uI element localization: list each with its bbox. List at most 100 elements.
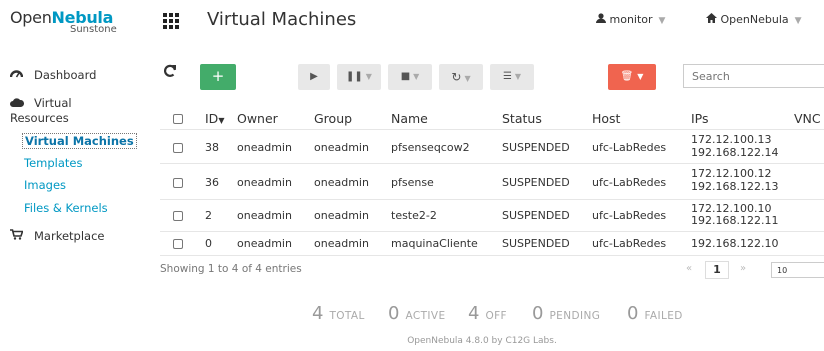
sidebar-item-marketplace[interactable]: Marketplace [10, 229, 104, 243]
stat-total: 4 TOTAL [312, 303, 365, 324]
user-menu[interactable]: monitor ▼ [596, 13, 665, 26]
cell-ip-1: 172.12.100.12 [691, 167, 772, 180]
cell-host: ufc-LabRedes [592, 237, 667, 250]
chevron-down-icon: ▼ [464, 74, 471, 83]
user-icon [596, 13, 610, 26]
col-header-id[interactable]: ID▼ [205, 111, 224, 126]
divider [160, 163, 824, 164]
play-button[interactable]: ▶ [298, 64, 330, 90]
divider [160, 231, 824, 232]
zone-caret-icon: ▼ [794, 16, 802, 26]
reboot-icon: ↻ [451, 70, 462, 84]
more-actions-button[interactable]: ☰ ▼ [490, 64, 534, 90]
sidebar-item-templates[interactable]: Templates [24, 156, 82, 170]
sort-desc-icon: ▼ [218, 116, 225, 125]
cell-status: SUSPENDED [502, 209, 570, 222]
cell-id: 38 [205, 141, 219, 154]
cell-ip-2: 192.168.122.14 [691, 146, 779, 159]
cell-host: ufc-LabRedes [592, 141, 667, 154]
stop-button[interactable]: ■ ▼ [388, 64, 432, 90]
stat-failed-label: FAILED [644, 310, 683, 322]
row-checkbox[interactable] [173, 239, 183, 249]
reboot-button[interactable]: ↻ ▼ [439, 64, 483, 90]
row-checkbox[interactable] [173, 211, 183, 221]
cell-owner: oneadmin [237, 141, 292, 154]
pause-button[interactable]: ❚❚ ▼ [337, 64, 381, 90]
sidebar-item-images[interactable]: Images [24, 178, 66, 192]
stop-icon: ■ [400, 71, 411, 82]
col-header-id-label: ID [205, 111, 219, 126]
stat-pending-label: PENDING [549, 310, 601, 322]
logo-brand-open: Open [10, 8, 52, 27]
col-header-status[interactable]: Status [502, 111, 542, 126]
page-size-select[interactable]: 10 [771, 262, 824, 278]
search-input[interactable] [683, 64, 824, 88]
page-title: Virtual Machines [207, 9, 357, 30]
zone-menu[interactable]: OpenNebula ▼ [706, 13, 802, 26]
cell-owner: oneadmin [237, 237, 292, 250]
divider [160, 255, 824, 256]
cell-name[interactable]: pfsense [391, 176, 434, 189]
row-checkbox[interactable] [173, 143, 183, 153]
col-header-owner[interactable]: Owner [237, 111, 278, 126]
trash-icon: 🗑 [620, 71, 634, 82]
col-header-name[interactable]: Name [391, 111, 428, 126]
dashboard-icon [9, 68, 34, 82]
sidebar-label-virtual: Virtual [34, 96, 72, 110]
stat-active-num: 0 [388, 303, 400, 324]
sidebar-label-marketplace: Marketplace [34, 229, 105, 243]
app-logo[interactable]: OpenNebula Sunstone [10, 8, 140, 35]
cell-status: SUSPENDED [502, 141, 570, 154]
col-header-group[interactable]: Group [314, 111, 352, 126]
grid-icon[interactable] [163, 13, 179, 29]
col-header-ips[interactable]: IPs [691, 111, 709, 126]
cell-name[interactable]: pfsenseqcow2 [391, 141, 470, 154]
cell-group: oneadmin [314, 209, 369, 222]
cell-id: 0 [205, 237, 212, 250]
stat-pending: 0 PENDING [532, 303, 600, 324]
sidebar-item-virtual-machines[interactable]: Virtual Machines [22, 133, 137, 149]
cell-host: ufc-LabRedes [592, 209, 667, 222]
cell-ip-2: 192.168.122.11 [691, 214, 779, 227]
home-icon [706, 13, 721, 26]
refresh-icon[interactable] [163, 64, 177, 82]
pager-next[interactable]: » [740, 263, 746, 274]
divider [160, 129, 824, 130]
logo-subtitle: Sunstone [70, 24, 117, 35]
add-vm-button[interactable]: + [200, 64, 236, 90]
cell-name[interactable]: maquinaCliente [391, 237, 478, 250]
zone-name: OpenNebula [720, 13, 789, 26]
delete-button[interactable]: 🗑 ▼ [608, 64, 656, 90]
select-all-checkbox[interactable] [173, 114, 183, 124]
stat-total-num: 4 [312, 303, 324, 324]
cell-owner: oneadmin [237, 176, 292, 189]
sidebar-item-files-kernels[interactable]: Files & Kernels [24, 201, 108, 215]
pager-prev[interactable]: « [686, 263, 692, 274]
row-checkbox[interactable] [173, 178, 183, 188]
sidebar-label-dashboard: Dashboard [34, 68, 97, 82]
stat-off-label: OFF [485, 310, 507, 322]
chevron-down-icon: ▼ [365, 72, 372, 81]
play-icon: ▶ [310, 71, 318, 82]
cell-ip-1: 192.168.122.10 [691, 237, 779, 250]
divider [160, 199, 824, 200]
col-header-host[interactable]: Host [592, 111, 620, 126]
stat-active-label: ACTIVE [405, 310, 446, 322]
cell-owner: oneadmin [237, 209, 292, 222]
pager-current[interactable]: 1 [705, 261, 729, 279]
cell-ip-1: 172.12.100.13 [691, 133, 772, 146]
col-header-vnc[interactable]: VNC [794, 111, 821, 126]
cell-name[interactable]: teste2-2 [391, 209, 437, 222]
cell-ip-2: 192.168.122.13 [691, 180, 779, 193]
stat-failed-num: 0 [627, 303, 639, 324]
sidebar-label-resources: Resources [10, 111, 69, 125]
stat-active: 0 ACTIVE [388, 303, 446, 324]
cell-group: oneadmin [314, 141, 369, 154]
stat-pending-num: 0 [532, 303, 544, 324]
sidebar-item-virtual-resources[interactable]: Virtual [10, 96, 72, 110]
cell-id: 36 [205, 176, 219, 189]
cell-status: SUSPENDED [502, 176, 570, 189]
pause-icon: ❚❚ [346, 71, 363, 82]
sidebar-item-dashboard[interactable]: Dashboard [9, 68, 97, 82]
cell-group: oneadmin [314, 176, 369, 189]
